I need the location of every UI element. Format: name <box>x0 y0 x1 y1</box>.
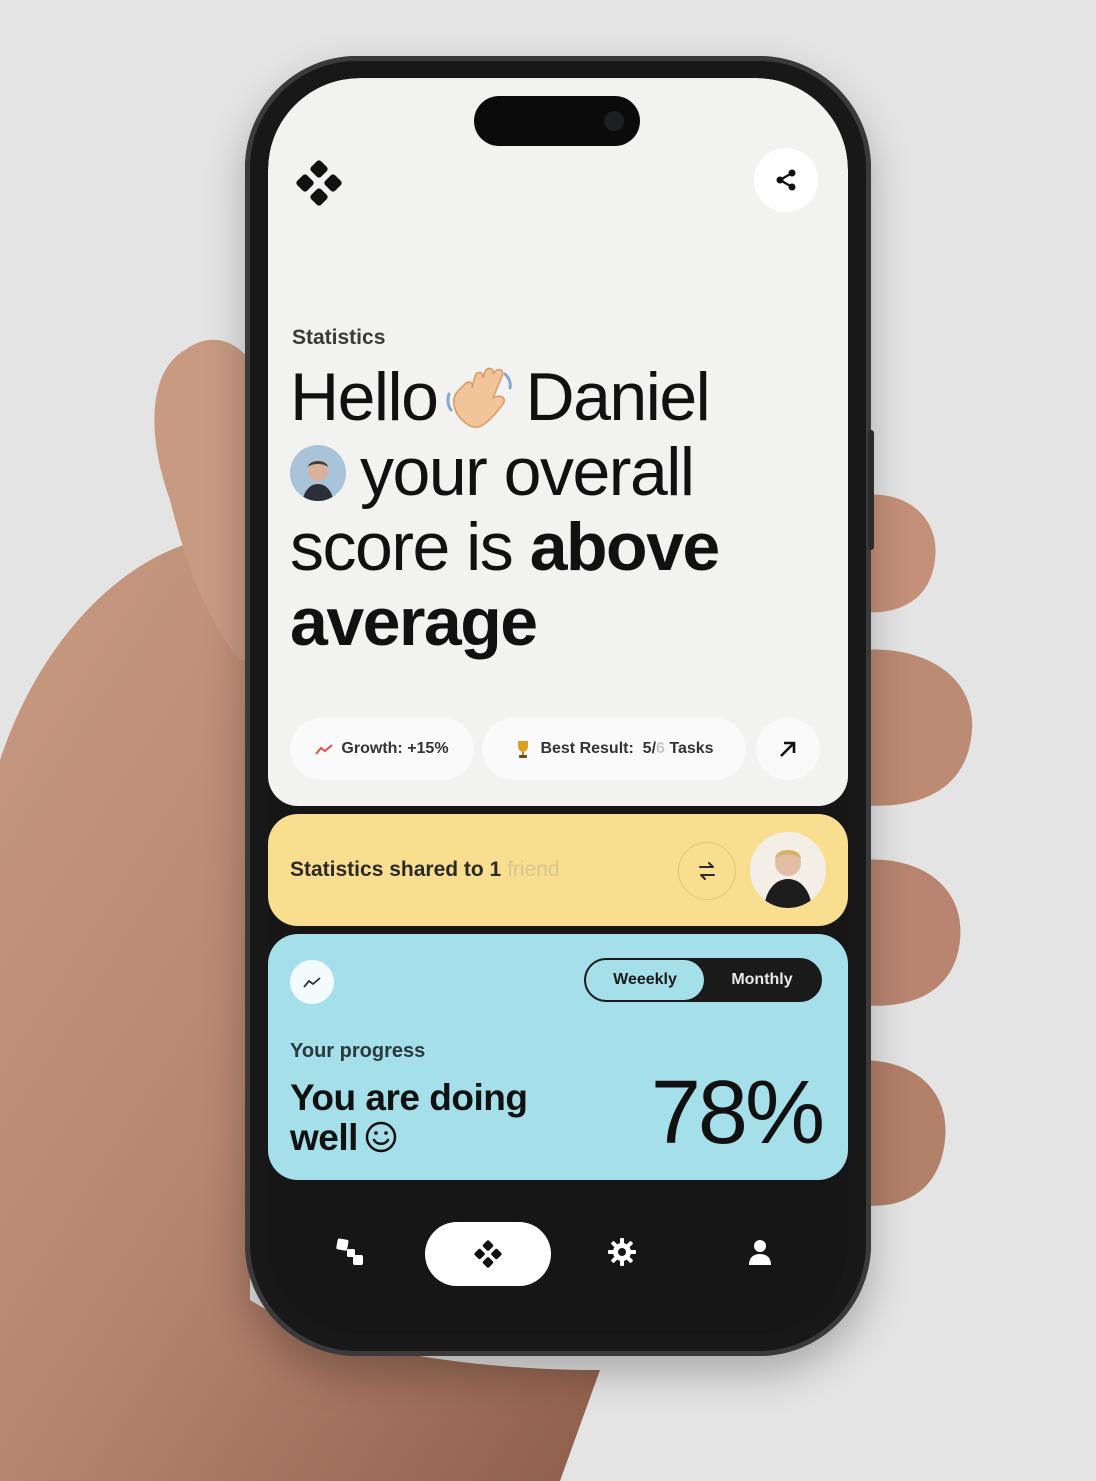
progress-message-line2: well <box>290 1117 358 1158</box>
open-details-button[interactable] <box>756 718 820 780</box>
best-result-prefix: Best Result: 5/ <box>540 740 657 757</box>
user-name: Daniel <box>525 359 710 435</box>
user-avatar[interactable] <box>290 445 346 501</box>
user-icon <box>749 1240 771 1265</box>
shared-card[interactable]: Statistics shared to 1 friend <box>268 814 848 926</box>
toggle-weekly[interactable]: Weeekly <box>586 960 704 1000</box>
section-label: Statistics <box>292 326 386 349</box>
trend-button[interactable] <box>290 960 334 1004</box>
smile-icon <box>365 1121 397 1153</box>
friend-avatar[interactable] <box>750 832 826 908</box>
trophy-icon <box>518 741 529 758</box>
progress-message-line1: You are doing <box>290 1077 528 1118</box>
share-button[interactable] <box>754 148 818 212</box>
best-result-chip[interactable]: Best Result: 5/6 Tasks <box>482 718 746 780</box>
progress-card: Weeekly Monthly Your progress You are do… <box>268 934 848 1180</box>
progress-message: You are doing well <box>290 1077 528 1158</box>
home-logo-icon <box>474 1240 502 1268</box>
trend-up-icon <box>315 744 334 755</box>
headline-line3-bold: above <box>529 509 721 585</box>
four-diamond-logo-icon[interactable] <box>294 158 344 208</box>
trend-up-icon <box>303 977 321 988</box>
growth-text: Growth: +15% <box>341 740 449 757</box>
steps-icon <box>336 1238 363 1265</box>
arrow-up-right-icon <box>780 741 796 757</box>
statistics-card: Statistics Hello Daniel your overall sco… <box>268 78 848 806</box>
best-result-muted: 6 <box>656 740 665 757</box>
shared-muted-text: friend <box>507 858 560 881</box>
headline-line2: your overall <box>360 434 695 510</box>
headline-line4-bold: average <box>290 584 538 660</box>
nav-home[interactable] <box>425 1222 551 1286</box>
shared-main-text: Statistics shared to 1 <box>290 858 508 881</box>
dynamic-island <box>474 96 640 146</box>
swap-button[interactable] <box>678 842 736 900</box>
greeting-headline: Hello Daniel your overall score is above… <box>290 360 830 660</box>
progress-percent: 78% <box>650 1063 825 1163</box>
power-button <box>868 430 874 550</box>
nav-steps[interactable] <box>326 1228 374 1276</box>
swap-arrows-icon <box>699 862 715 880</box>
share-icon <box>776 169 796 191</box>
growth-chip[interactable]: Growth: +15% <box>290 718 474 780</box>
progress-label: Your progress <box>290 1040 426 1062</box>
shared-text: Statistics shared to 1 friend <box>290 858 560 882</box>
hello-text: Hello <box>290 359 439 435</box>
best-result-suffix: Tasks <box>664 740 714 757</box>
bottom-nav <box>268 1188 848 1334</box>
toggle-monthly[interactable]: Monthly <box>704 960 820 1000</box>
period-toggle[interactable]: Weeekly Monthly <box>584 958 822 1002</box>
headline-line3-regular: score is <box>290 509 530 585</box>
stat-chips: Growth: +15% Best Result: 5/6 Tasks <box>290 718 830 780</box>
gear-icon <box>608 1238 636 1266</box>
nav-profile[interactable] <box>736 1228 784 1276</box>
waving-hand-icon <box>446 367 513 428</box>
phone-screen: Statistics Hello Daniel your overall sco… <box>268 78 848 1334</box>
nav-settings[interactable] <box>598 1228 646 1276</box>
